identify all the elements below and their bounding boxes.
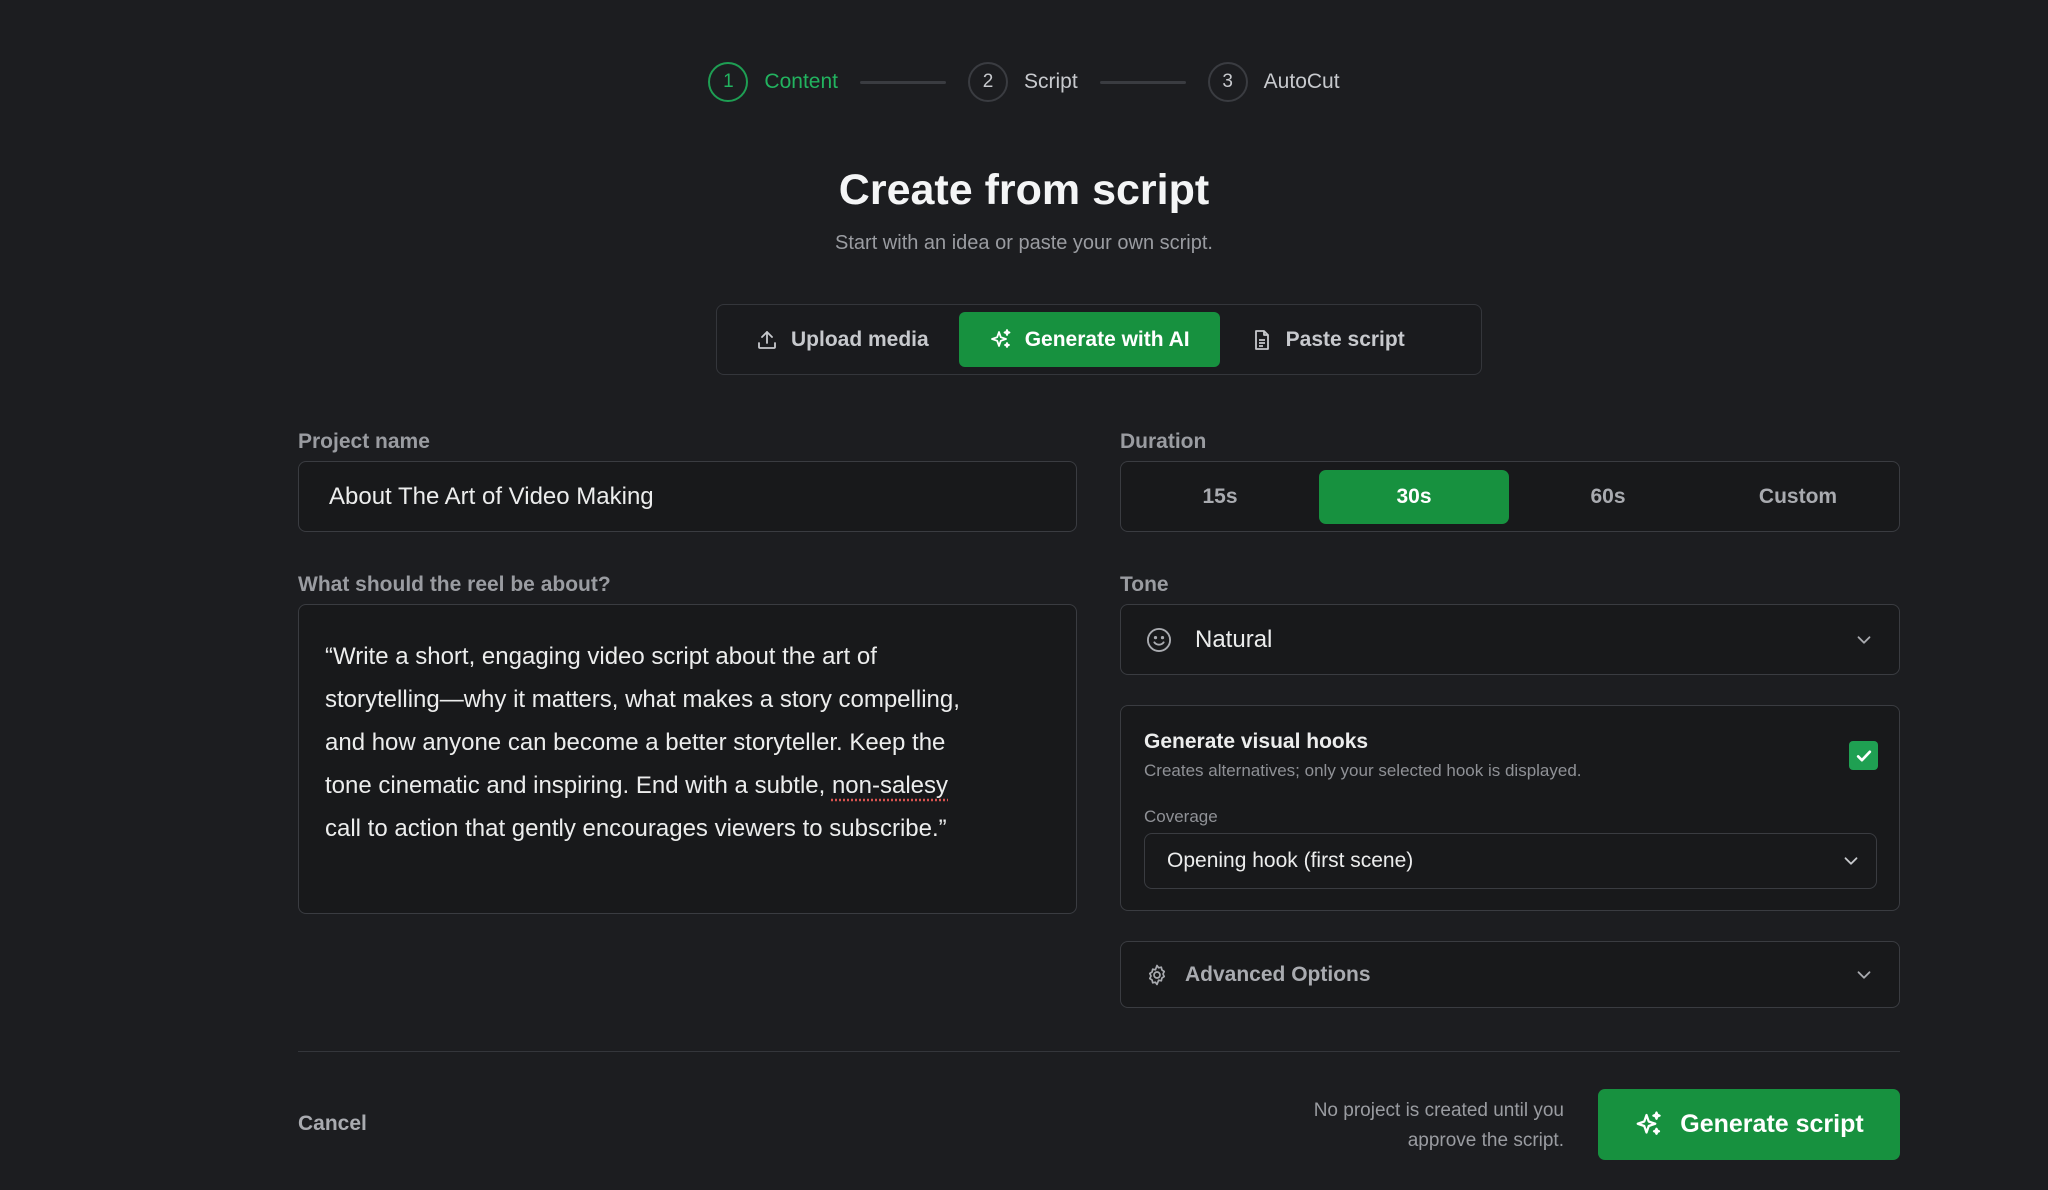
generate-script-button[interactable]: Generate script: [1598, 1089, 1900, 1160]
chevron-down-icon: [1857, 970, 1871, 979]
step-script[interactable]: 2 Script: [967, 62, 1078, 102]
checkmark-icon: [1856, 750, 1871, 761]
tone-select[interactable]: Natural: [1120, 604, 1900, 675]
prompt-line: tone cinematic and inspiring. End with a…: [325, 764, 1050, 807]
gear-icon: [1148, 964, 1166, 985]
sparkles-icon: [1636, 1110, 1662, 1135]
upload-icon: [758, 330, 776, 349]
smiley-icon: [1146, 627, 1172, 652]
cancel-button[interactable]: Cancel: [298, 1112, 367, 1136]
chevron-down-icon: [1844, 857, 1858, 865]
prompt-textarea[interactable]: “Write a short, engaging video script ab…: [298, 604, 1077, 914]
prompt-text: and how anyone can become a better story…: [325, 729, 946, 756]
prompt-label: What should the reel be about?: [298, 573, 611, 596]
tone-value: Natural: [1195, 625, 1273, 653]
prompt-line: storytelling—why it matters, what makes …: [325, 678, 1050, 721]
step-label: Content: [764, 70, 838, 93]
project-name-value: About The Art of Video Making: [329, 482, 654, 510]
advanced-options-label: Advanced Options: [1185, 962, 1371, 986]
duration-option-30s[interactable]: 30s: [1319, 469, 1509, 524]
page-subtitle: Start with an idea or paste your own scr…: [835, 232, 1213, 254]
visual-hooks-checkbox[interactable]: [1849, 741, 1878, 770]
generate-with-ai-tab[interactable]: Generate with AI: [958, 312, 1220, 367]
step-connector: [1099, 80, 1186, 84]
upload-media-tab[interactable]: Upload media: [725, 312, 959, 367]
tone-label: Tone: [1120, 573, 1169, 596]
step-number: 2: [967, 62, 1008, 102]
paste-script-label: Paste script: [1285, 327, 1405, 351]
step-label: Script: [1023, 70, 1078, 93]
generate-with-ai-label: Generate with AI: [1024, 327, 1190, 351]
prompt-line: “Write a short, engaging video script ab…: [325, 635, 1050, 678]
page-title: Create from script: [838, 166, 1210, 214]
step-content[interactable]: 1 Content: [708, 62, 838, 102]
step-connector: [859, 80, 946, 84]
visual-hooks-title: Generate visual hooks: [1144, 730, 1369, 753]
coverage-select[interactable]: Opening hook (first scene): [1144, 833, 1877, 889]
prompt-line: call to action that gently encourages vi…: [325, 807, 1050, 850]
spellcheck-word[interactable]: non-salesy: [832, 772, 948, 799]
duration-option-60s[interactable]: 60s: [1517, 470, 1699, 524]
footer-note-line: approve the script.: [1407, 1130, 1564, 1151]
step-number: 3: [1207, 62, 1248, 102]
duration-label: Duration: [1120, 430, 1207, 453]
coverage-value: Opening hook (first scene): [1167, 849, 1414, 872]
prompt-line: and how anyone can become a better story…: [325, 721, 1050, 764]
step-label: AutoCut: [1263, 70, 1340, 93]
mode-switcher: Upload media Generate with AI Paste scri…: [716, 304, 1482, 375]
visual-hooks-description: Creates alternatives; only your selected…: [1144, 761, 1582, 780]
duration-option-15s[interactable]: 15s: [1129, 470, 1311, 524]
document-icon: [1254, 329, 1269, 350]
prompt-text: storytelling—why it matters, what makes …: [325, 686, 960, 713]
step-autocut[interactable]: 3 AutoCut: [1207, 62, 1340, 102]
stepper: 1 Content 2 Script 3 AutoCut: [0, 62, 2048, 102]
duration-segmented-control: 15s 30s 60s Custom: [1120, 461, 1900, 532]
prompt-text: tone cinematic and inspiring. End with a…: [325, 772, 832, 799]
step-number: 1: [708, 62, 749, 102]
footer-divider: [298, 1051, 1900, 1052]
duration-option-custom[interactable]: Custom: [1707, 470, 1889, 524]
prompt-text: “Write a short, engaging video script ab…: [325, 643, 877, 670]
footer-note-line: No project is created until you: [1313, 1100, 1564, 1121]
chevron-down-icon: [1857, 635, 1871, 644]
generate-script-label: Generate script: [1680, 1110, 1864, 1138]
prompt-text: call to action that gently encourages vi…: [325, 815, 947, 842]
advanced-options-toggle[interactable]: Advanced Options: [1120, 941, 1900, 1008]
visual-hooks-card: Generate visual hooks Creates alternativ…: [1120, 705, 1900, 911]
sparkles-icon: [990, 328, 1011, 348]
project-name-label: Project name: [298, 430, 430, 453]
project-name-input[interactable]: About The Art of Video Making: [298, 461, 1077, 532]
upload-media-label: Upload media: [791, 327, 929, 351]
paste-script-tab[interactable]: Paste script: [1220, 312, 1435, 367]
coverage-label: Coverage: [1144, 807, 1218, 826]
footer-note: No project is created until you approve …: [1200, 1096, 1564, 1156]
